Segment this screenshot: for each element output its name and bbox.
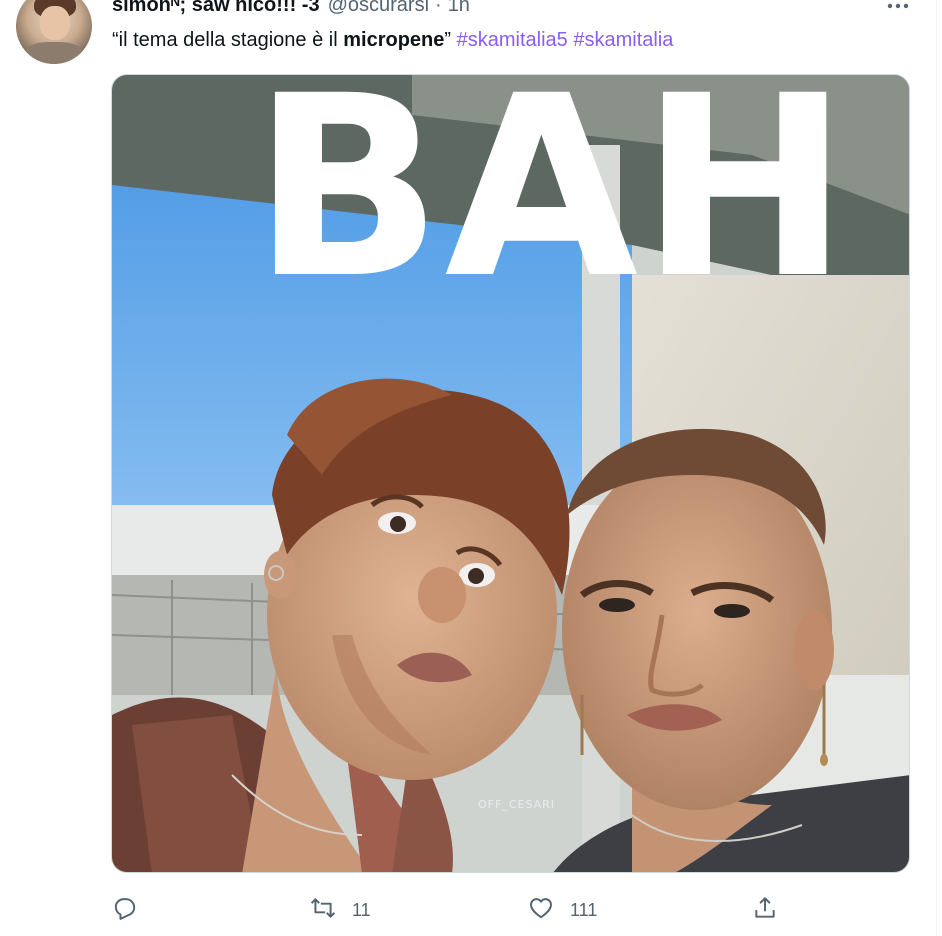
avatar-shirt [24, 42, 84, 64]
user-handle[interactable]: @oscurarsi [328, 0, 429, 17]
tweet-text: “il tema della stagione è il micropene” … [112, 26, 673, 54]
heart-icon [528, 895, 554, 926]
share-icon [752, 895, 778, 926]
tweet-header: simonᴺ; saw nico!!! -3 @oscurarsi · 1h [112, 0, 470, 18]
avatar[interactable] [16, 0, 92, 64]
image-watermark: OFF_CESARI [478, 798, 556, 811]
display-name[interactable]: simonᴺ; saw nico!!! -3 [112, 0, 320, 17]
retweet-count: 11 [352, 899, 371, 920]
share-button[interactable] [752, 890, 778, 930]
retweet-button[interactable]: 11 [310, 890, 371, 930]
tweet-text-bold: micropene [343, 29, 445, 51]
tweet-text-end: ” [444, 29, 452, 51]
tweet-actions-bar: 11 111 [0, 890, 942, 930]
like-count: 111 [570, 899, 598, 920]
more-options-icon[interactable] [880, 0, 916, 16]
tweet-media-image[interactable]: BAH OFF_CESARI [111, 74, 910, 873]
tweet-timestamp[interactable]: 1h [448, 0, 470, 17]
image-caption-text: BAH [252, 74, 852, 333]
avatar-face [40, 6, 70, 40]
like-button[interactable]: 111 [528, 890, 597, 930]
header-separator: · [435, 0, 442, 16]
retweet-icon [310, 895, 336, 926]
column-border [936, 0, 937, 936]
reply-icon [112, 895, 138, 926]
reply-button[interactable] [112, 890, 138, 930]
tweet-text-start: “il tema della stagione è il [112, 29, 344, 51]
hashtag-link[interactable]: #skamitalia5 [457, 29, 568, 51]
hashtag-link[interactable]: #skamitalia [573, 29, 673, 51]
